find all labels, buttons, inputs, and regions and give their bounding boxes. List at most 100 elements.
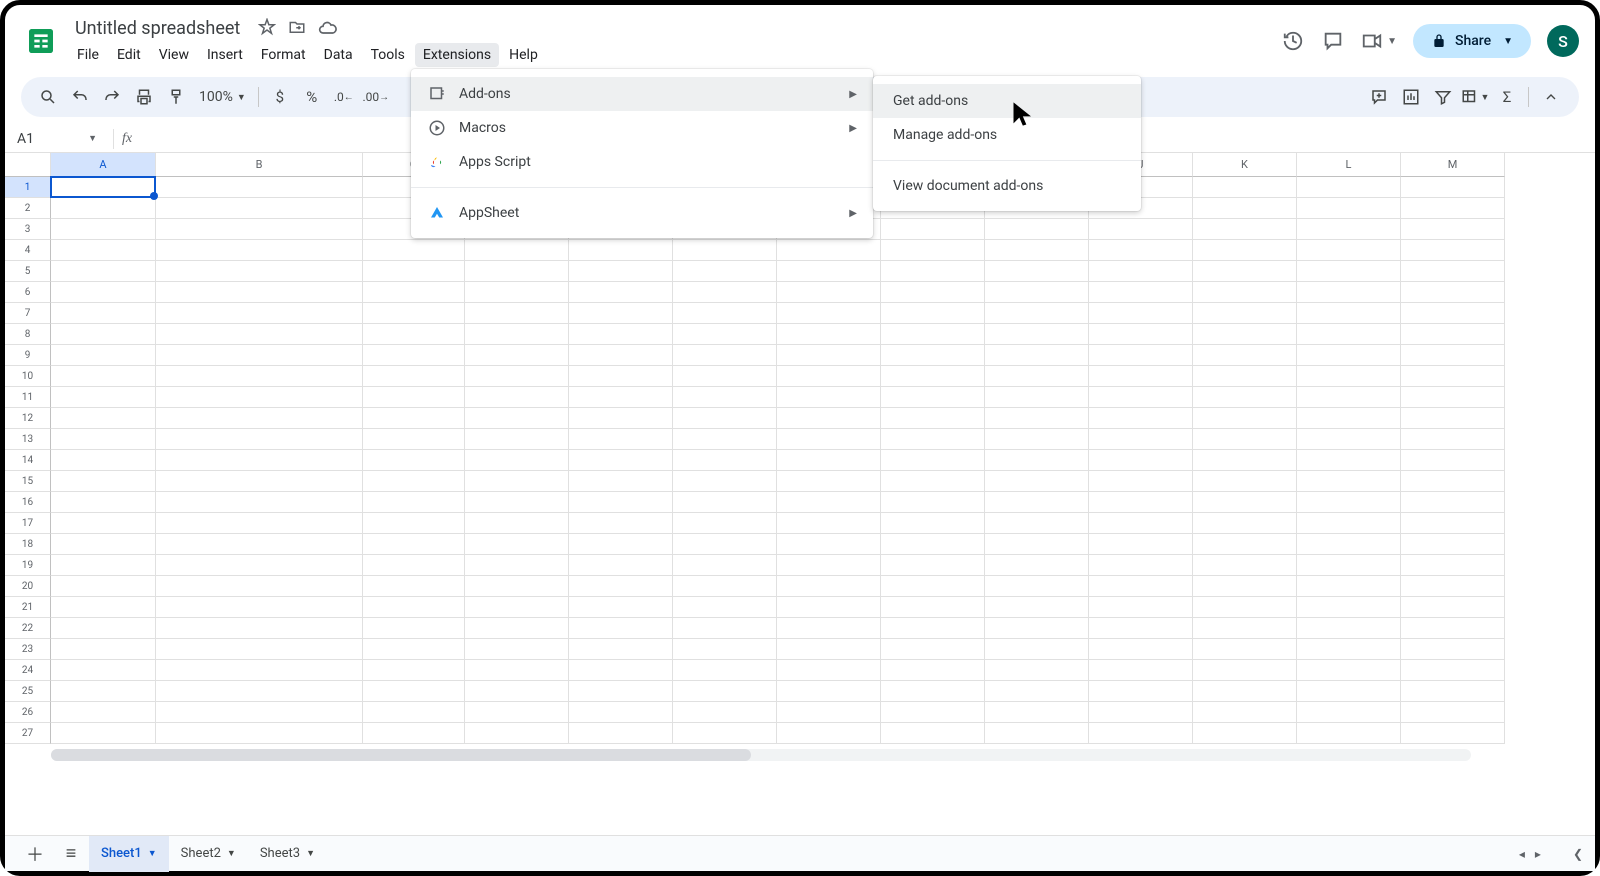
menu-tools[interactable]: Tools xyxy=(363,43,413,67)
cell[interactable] xyxy=(569,702,673,723)
cell[interactable] xyxy=(985,450,1089,471)
cell[interactable] xyxy=(569,324,673,345)
cell[interactable] xyxy=(881,303,985,324)
cell[interactable] xyxy=(465,576,569,597)
menu-item-add-ons[interactable]: Add-ons▶ xyxy=(411,77,873,111)
cell[interactable] xyxy=(51,240,156,261)
cell[interactable] xyxy=(465,240,569,261)
menu-data[interactable]: Data xyxy=(316,43,361,67)
cell[interactable] xyxy=(777,345,881,366)
cell[interactable] xyxy=(156,639,363,660)
cell[interactable] xyxy=(363,324,465,345)
cell[interactable] xyxy=(985,618,1089,639)
row-header[interactable]: 17 xyxy=(5,513,51,534)
cell[interactable] xyxy=(881,345,985,366)
cell[interactable] xyxy=(1089,324,1193,345)
cell[interactable] xyxy=(363,282,465,303)
cell[interactable] xyxy=(363,429,465,450)
cell[interactable] xyxy=(1089,660,1193,681)
cell[interactable] xyxy=(363,597,465,618)
cell[interactable] xyxy=(1401,303,1505,324)
cell[interactable] xyxy=(1193,219,1297,240)
explore-icon[interactable]: ❮ xyxy=(1573,847,1583,861)
cell[interactable] xyxy=(569,450,673,471)
cell[interactable] xyxy=(1193,387,1297,408)
cell[interactable] xyxy=(881,492,985,513)
cell[interactable] xyxy=(1401,513,1505,534)
row-header[interactable]: 15 xyxy=(5,471,51,492)
cell[interactable] xyxy=(51,513,156,534)
row-header[interactable]: 1 xyxy=(5,177,51,198)
grid[interactable]: ABCDEFGHIJKLM 12345678910111213141516171… xyxy=(5,153,1595,761)
cell[interactable] xyxy=(465,597,569,618)
print-icon[interactable] xyxy=(129,82,159,112)
cell[interactable] xyxy=(985,639,1089,660)
collapse-toolbar-icon[interactable] xyxy=(1535,89,1567,105)
cell[interactable] xyxy=(1401,366,1505,387)
cell[interactable] xyxy=(51,618,156,639)
cell[interactable] xyxy=(569,303,673,324)
cell[interactable] xyxy=(51,177,156,198)
cell[interactable] xyxy=(1401,240,1505,261)
cell[interactable] xyxy=(1089,240,1193,261)
cell[interactable] xyxy=(777,681,881,702)
cell[interactable] xyxy=(465,429,569,450)
table-view-icon[interactable]: ▼ xyxy=(1460,82,1490,112)
cell[interactable] xyxy=(51,198,156,219)
cell[interactable] xyxy=(985,303,1089,324)
cell[interactable] xyxy=(1401,660,1505,681)
cell[interactable] xyxy=(465,303,569,324)
cell[interactable] xyxy=(1401,324,1505,345)
share-button[interactable]: Share ▼ xyxy=(1413,24,1531,58)
zoom-select[interactable]: 100%▼ xyxy=(193,89,252,105)
cell[interactable] xyxy=(465,450,569,471)
cell[interactable] xyxy=(156,240,363,261)
cell[interactable] xyxy=(1297,597,1401,618)
cell[interactable] xyxy=(51,597,156,618)
cell[interactable] xyxy=(777,387,881,408)
cell[interactable] xyxy=(156,366,363,387)
cell[interactable] xyxy=(1193,429,1297,450)
menu-item-apps-script[interactable]: Apps Script xyxy=(411,145,873,179)
cell[interactable] xyxy=(1401,219,1505,240)
cell[interactable] xyxy=(465,387,569,408)
col-header[interactable]: M xyxy=(1401,153,1505,177)
cell[interactable] xyxy=(1297,429,1401,450)
cell[interactable] xyxy=(1089,492,1193,513)
cell[interactable] xyxy=(1297,450,1401,471)
cell[interactable] xyxy=(1401,198,1505,219)
cell[interactable] xyxy=(1297,534,1401,555)
cell[interactable] xyxy=(777,366,881,387)
cell[interactable] xyxy=(1193,723,1297,744)
cell[interactable] xyxy=(363,681,465,702)
cell[interactable] xyxy=(156,471,363,492)
cell[interactable] xyxy=(465,513,569,534)
cell[interactable] xyxy=(1089,408,1193,429)
cell[interactable] xyxy=(673,513,777,534)
cell[interactable] xyxy=(51,576,156,597)
meet-button[interactable]: ▼ xyxy=(1361,30,1397,52)
cell[interactable] xyxy=(1401,618,1505,639)
cell[interactable] xyxy=(985,576,1089,597)
cell[interactable] xyxy=(673,723,777,744)
cell[interactable] xyxy=(985,219,1089,240)
add-sheet-button[interactable]: ＋ xyxy=(17,836,53,872)
menu-edit[interactable]: Edit xyxy=(109,43,149,67)
cell[interactable] xyxy=(51,660,156,681)
cloud-icon[interactable] xyxy=(318,18,338,38)
menu-format[interactable]: Format xyxy=(253,43,314,67)
decrease-decimal-icon[interactable]: .0← xyxy=(329,82,359,112)
cell[interactable] xyxy=(51,282,156,303)
submenu-item-view-document-add-ons[interactable]: View document add-ons xyxy=(873,169,1141,203)
cell[interactable] xyxy=(881,324,985,345)
cell[interactable] xyxy=(1401,534,1505,555)
cell[interactable] xyxy=(1401,177,1505,198)
cell[interactable] xyxy=(1193,576,1297,597)
cell[interactable] xyxy=(51,387,156,408)
cell[interactable] xyxy=(1297,618,1401,639)
cell[interactable] xyxy=(1089,534,1193,555)
functions-icon[interactable]: Σ xyxy=(1492,82,1522,112)
cell[interactable] xyxy=(985,324,1089,345)
row-header[interactable]: 19 xyxy=(5,555,51,576)
cell[interactable] xyxy=(465,324,569,345)
